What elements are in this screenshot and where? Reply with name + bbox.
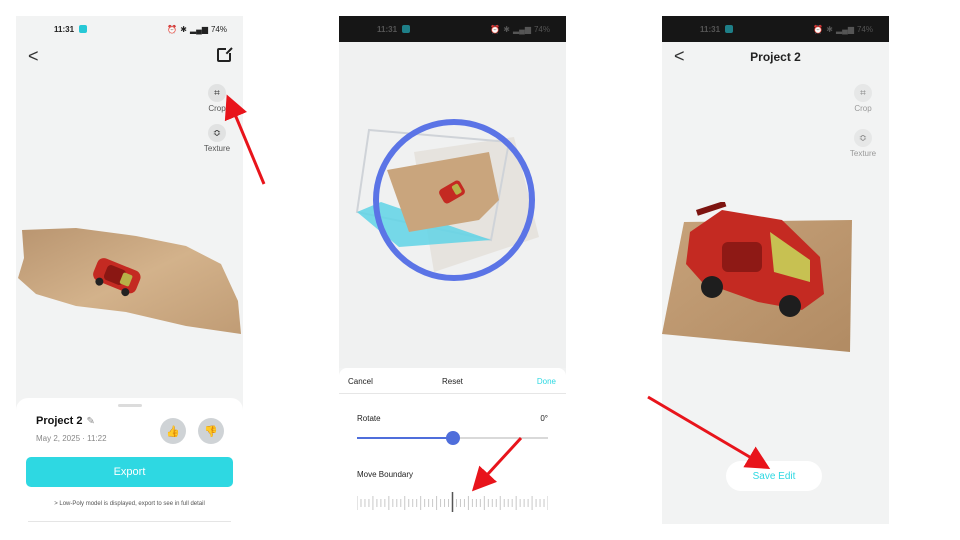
move-boundary-label: Move Boundary: [357, 470, 414, 479]
app-notification-icon: [79, 25, 88, 34]
signal-icon: ▂▄▆: [513, 24, 531, 34]
app-notification-icon: [725, 25, 734, 34]
rotate-value: 0°: [540, 414, 548, 423]
phone-screen-crop: 11:31 ⏰ ✱ ▂▄▆ 74% Cancel Reset Done Rota…: [339, 16, 566, 524]
status-bar: 11:31 ⏰ ✱ ▂▄▆ 74%: [662, 16, 889, 42]
share-icon[interactable]: [217, 46, 233, 62]
rotate-slider[interactable]: [357, 431, 548, 445]
status-time: 11:31: [700, 24, 721, 34]
rotate-label: Rotate: [357, 414, 381, 423]
export-button[interactable]: Export: [26, 457, 233, 487]
rotate-slider-fill: [357, 437, 453, 439]
battery-level: 74%: [856, 24, 873, 34]
top-bar: <: [16, 42, 243, 72]
project-info-sheet: Project 2 ✎ May 2, 2025 · 11:22 👍 👎 Expor…: [16, 398, 243, 524]
texture-label: Texture: [203, 144, 231, 153]
reset-button[interactable]: Reset: [442, 377, 463, 386]
battery-level: 74%: [210, 24, 227, 34]
bluetooth-icon: ✱: [826, 24, 833, 34]
project-title: Project 2 ✎: [36, 415, 95, 427]
texture-icon: ≎: [208, 124, 226, 142]
thumbs-up-icon[interactable]: 👍: [160, 418, 186, 444]
app-notification-icon: [402, 25, 411, 34]
bluetooth-icon: ✱: [180, 24, 187, 34]
sheet-handle[interactable]: [118, 404, 142, 407]
crop-tool-button[interactable]: ⌗ Crop: [197, 84, 237, 113]
edit-pencil-icon[interactable]: ✎: [86, 416, 94, 427]
back-icon[interactable]: <: [28, 46, 39, 67]
divider: [339, 393, 566, 394]
texture-icon: ≎: [854, 129, 872, 147]
lowpoly-notice[interactable]: > Low-Poly model is displayed, export to…: [16, 501, 243, 507]
texture-tool-button[interactable]: ≎ Texture: [197, 124, 237, 153]
crop-canvas[interactable]: [339, 42, 566, 368]
project-date: May 2, 2025 · 11:22: [36, 434, 107, 443]
3d-model-preview[interactable]: [662, 202, 889, 362]
rotate-slider-handle[interactable]: [445, 431, 460, 445]
project-title-text: Project 2: [36, 415, 83, 427]
alarm-icon: ⏰: [490, 24, 501, 34]
page-title: Project 2: [750, 50, 801, 64]
lowpoly-notice-text: Low-Poly model is displayed, export to s…: [59, 501, 205, 507]
top-bar: < Project 2: [662, 42, 889, 72]
save-edit-button[interactable]: Save Edit: [726, 461, 822, 491]
texture-label: Texture: [849, 149, 877, 158]
crop-action-bar: Cancel Reset Done: [339, 374, 566, 390]
done-button[interactable]: Done: [537, 377, 556, 386]
status-time: 11:31: [54, 24, 75, 34]
crop-icon: ⌗: [208, 84, 226, 102]
3d-model-preview[interactable]: [16, 226, 243, 336]
alarm-icon: ⏰: [167, 24, 178, 34]
status-bar: 11:31 ⏰ ✱ ▂▄▆ 74%: [339, 16, 566, 42]
divider: [28, 521, 231, 522]
phone-screen-model-view: 11:31 ⏰ ✱ ▂▄▆ 74% < ⌗ Crop ≎ Texture Pro…: [16, 16, 243, 524]
crop-icon: ⌗: [854, 84, 872, 102]
signal-icon: ▂▄▆: [836, 24, 854, 34]
battery-level: 74%: [533, 24, 550, 34]
alarm-icon: ⏰: [813, 24, 824, 34]
crop-tool-button[interactable]: ⌗ Crop: [843, 84, 883, 113]
back-icon[interactable]: <: [674, 46, 685, 67]
thumbs-down-icon[interactable]: 👎: [198, 418, 224, 444]
tutorial-page: 11:31 ⏰ ✱ ▂▄▆ 74% < ⌗ Crop ≎ Texture Pro…: [0, 0, 960, 540]
chevron-right-icon: >: [54, 501, 58, 507]
status-time: 11:31: [377, 24, 398, 34]
phone-screen-edited-model: 11:31 ⏰ ✱ ▂▄▆ 74% < Project 2 ⌗ Crop ≎ Text…: [662, 16, 889, 524]
crop-viewport[interactable]: [339, 42, 566, 368]
texture-tool-button[interactable]: ≎ Texture: [843, 129, 883, 158]
signal-icon: ▂▄▆: [190, 24, 208, 34]
status-bar: 11:31 ⏰ ✱ ▂▄▆ 74%: [16, 16, 243, 42]
cancel-button[interactable]: Cancel: [348, 377, 373, 386]
bluetooth-icon: ✱: [503, 24, 510, 34]
crop-label: Crop: [854, 104, 872, 113]
crop-control-panel: Cancel Reset Done Rotate 0° Move Boundar…: [339, 368, 566, 524]
move-boundary-ruler[interactable]: [357, 492, 548, 512]
crop-label: Crop: [208, 104, 226, 113]
